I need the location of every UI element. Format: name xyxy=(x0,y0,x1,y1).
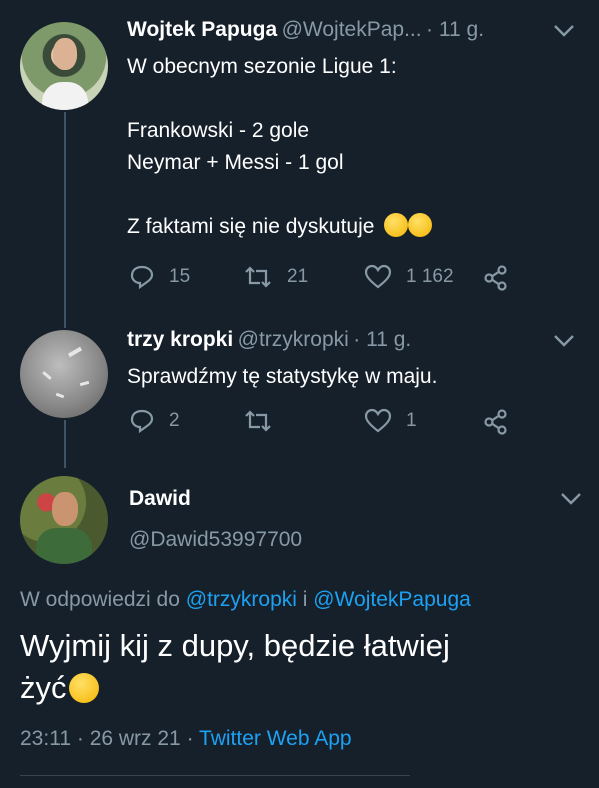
heart-icon xyxy=(364,264,392,289)
avatar-bird xyxy=(67,346,83,358)
tweet-meta: 23:11 · 26 wrz 21 · Twitter Web App xyxy=(20,727,352,751)
share-icon xyxy=(484,265,507,291)
avatar-face xyxy=(52,492,78,526)
like-count: 1 162 xyxy=(406,266,454,287)
avatar-bird xyxy=(79,380,90,387)
avatar-wojtek[interactable] xyxy=(20,22,108,110)
like-count: 1 xyxy=(406,410,417,431)
avatar-trzykropki[interactable] xyxy=(20,330,108,418)
divider xyxy=(20,775,410,776)
retweet-icon xyxy=(245,410,271,432)
heart-icon xyxy=(364,408,392,433)
wink-emoji xyxy=(408,213,433,237)
tweet-line: W obecnym sezonie Ligue 1: xyxy=(127,55,397,78)
meta-separator: · xyxy=(186,727,194,750)
chevron-down-icon xyxy=(554,335,574,347)
tweet-time[interactable]: · 11 g. xyxy=(426,18,484,41)
tweet-line: Wyjmij kij z dupy, będzie łatwiej xyxy=(20,628,450,663)
share-button[interactable] xyxy=(483,409,509,435)
mention-link[interactable]: @WojtekPapuga xyxy=(313,588,471,611)
thread-line xyxy=(64,112,66,328)
more-options-button[interactable] xyxy=(553,24,575,43)
reply-context: W odpowiedzi do @trzykropki i @WojtekPap… xyxy=(20,588,471,612)
author-handle[interactable]: @Dawid53997700 xyxy=(129,528,302,552)
avatar-face xyxy=(53,38,77,70)
reply-and: i xyxy=(302,588,308,611)
avatar-bird xyxy=(42,371,52,380)
tweet-time[interactable]: · 11 g. xyxy=(353,328,411,351)
avatar-dawid[interactable] xyxy=(20,476,108,564)
avatar-bird xyxy=(55,392,65,399)
sweat-smile-emoji xyxy=(384,213,409,237)
retweet-button[interactable]: 21 xyxy=(243,264,308,290)
tweet-line: żyć xyxy=(20,667,580,709)
share-icon xyxy=(484,409,507,435)
like-button[interactable]: 1 162 xyxy=(364,264,454,290)
author-name[interactable]: trzy kropki xyxy=(127,328,233,351)
tweet-time[interactable]: 23:11 xyxy=(20,727,71,750)
reply-icon xyxy=(130,265,154,290)
reply-count: 2 xyxy=(169,410,180,431)
avatar-shirt xyxy=(42,82,88,110)
avatar-shirt xyxy=(36,528,92,564)
chevron-down-icon xyxy=(554,25,574,37)
more-options-button[interactable] xyxy=(553,334,575,353)
retweet-icon xyxy=(245,266,271,288)
retweet-button[interactable] xyxy=(243,408,273,434)
retweet-count: 21 xyxy=(287,266,309,287)
thread-line xyxy=(64,420,66,468)
tweet3-text: Wyjmij kij z dupy, będzie łatwiej żyć xyxy=(20,625,580,709)
tweet2-header: trzy kropki @trzykropki · 11 g. xyxy=(127,328,547,358)
tweet2-text: Sprawdźmy tę statystykę w maju. xyxy=(127,365,438,388)
author-name[interactable]: Wojtek Papuga xyxy=(127,18,277,41)
author-name[interactable]: Dawid xyxy=(129,487,191,511)
reply-prefix: W odpowiedzi do xyxy=(20,588,180,611)
more-options-button[interactable] xyxy=(560,492,582,511)
tweet1-text: W obecnym sezonie Ligue 1: Frankowski - … xyxy=(127,51,567,243)
wink-emoji xyxy=(68,673,99,703)
tweet-line: Z faktami się nie dyskutuje xyxy=(127,211,567,243)
reply-icon xyxy=(130,409,154,434)
like-button[interactable]: 1 xyxy=(364,408,417,434)
author-handle[interactable]: @trzykropki xyxy=(238,328,349,351)
author-handle[interactable]: @WojtekPap... xyxy=(282,18,422,41)
meta-separator: · xyxy=(76,727,84,750)
tweet-source-link[interactable]: Twitter Web App xyxy=(199,727,352,750)
chevron-down-icon xyxy=(561,493,581,505)
tweet1-header: Wojtek Papuga @WojtekPap... · 11 g. xyxy=(127,18,547,48)
reply-button[interactable]: 15 xyxy=(129,264,190,290)
mention-link[interactable]: @trzykropki xyxy=(186,588,297,611)
tweet-line: Frankowski - 2 gole xyxy=(127,119,310,142)
tweet-date[interactable]: 26 wrz 21 xyxy=(90,727,181,750)
reply-count: 15 xyxy=(169,266,191,287)
reply-button[interactable]: 2 xyxy=(129,408,180,434)
share-button[interactable] xyxy=(483,265,509,291)
tweet-line: Neymar + Messi - 1 gol xyxy=(127,151,344,174)
